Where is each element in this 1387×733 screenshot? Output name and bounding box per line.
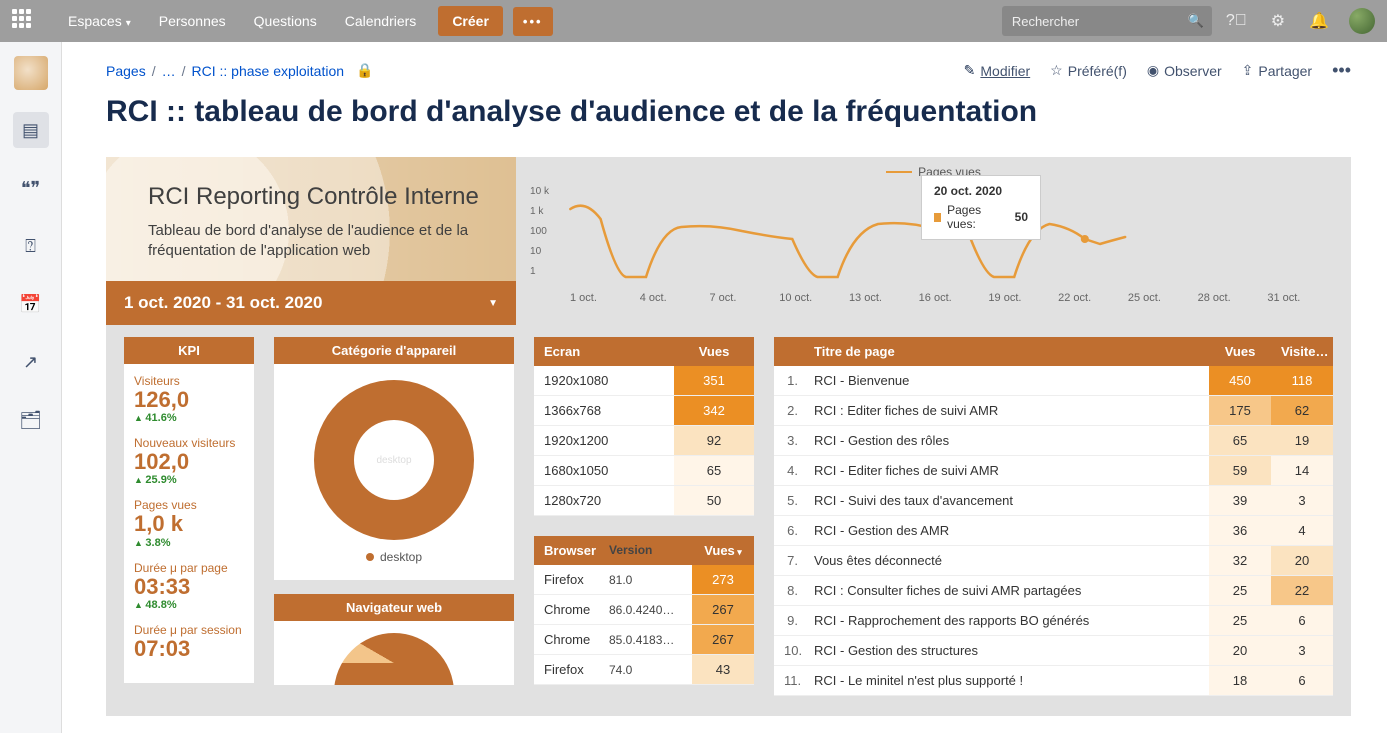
table-row[interactable]: Firefox81.0273 bbox=[534, 565, 754, 595]
kpi-card: KPI Visiteurs126,041.6% Nouveaux visiteur… bbox=[124, 337, 254, 683]
kpi-item: Visiteurs126,041.6% bbox=[134, 374, 244, 424]
table-row[interactable]: 5.RCI - Suivi des taux d'avancement393 bbox=[774, 486, 1333, 516]
nav-personnes[interactable]: Personnes bbox=[147, 5, 238, 37]
svg-text:1: 1 bbox=[530, 266, 536, 277]
bc-pages[interactable]: Pages bbox=[106, 63, 146, 79]
avatar[interactable] bbox=[1349, 8, 1375, 34]
search-input[interactable] bbox=[1012, 14, 1188, 29]
calendar-icon[interactable]: 📅 bbox=[13, 286, 49, 322]
table-row[interactable]: Chrome85.0.4183…267 bbox=[534, 625, 754, 655]
dash-subtitle: Tableau de bord d'analyse de l'audience … bbox=[148, 221, 486, 262]
table-row[interactable]: Firefox74.043 bbox=[534, 655, 754, 685]
svg-text:100: 100 bbox=[530, 226, 547, 237]
table-row[interactable]: 6.RCI - Gestion des AMR364 bbox=[774, 516, 1333, 546]
browser-pie bbox=[334, 633, 454, 685]
table-row[interactable]: 2.RCI : Editer fiches de suivi AMR17562 bbox=[774, 396, 1333, 426]
table-row[interactable]: 9.RCI - Rapprochement des rapports BO gé… bbox=[774, 606, 1333, 636]
nav-calendriers[interactable]: Calendriers bbox=[333, 5, 429, 37]
shortcuts-icon[interactable]: ↗ bbox=[13, 344, 49, 380]
table-row[interactable]: 3.RCI - Gestion des rôles6519 bbox=[774, 426, 1333, 456]
left-rail: ▤ ❝❞ ⍰ 📅 ↗ 🗂 bbox=[0, 42, 62, 733]
search-icon[interactable]: 🔍 bbox=[1188, 13, 1204, 29]
table-row[interactable]: 1680x105065 bbox=[534, 456, 754, 486]
device-legend: desktop bbox=[290, 550, 498, 564]
table-row[interactable]: 1920x1080351 bbox=[534, 366, 754, 396]
trend-chart: Pages vues 20 oct. 2020 Pages vues: 50 1… bbox=[516, 157, 1351, 317]
help-icon[interactable]: ?⃝ bbox=[1216, 12, 1257, 30]
nav-questions[interactable]: Questions bbox=[242, 5, 329, 37]
table-row[interactable]: 7.Vous êtes déconnecté3220 bbox=[774, 546, 1333, 576]
table-row[interactable]: Chrome86.0.4240…267 bbox=[534, 595, 754, 625]
page-more-icon[interactable]: ••• bbox=[1332, 60, 1351, 81]
page-actions: ✎Modifier ☆Préféré(f) ◉Observer ⇪Partage… bbox=[964, 60, 1351, 81]
apps-menu-icon[interactable] bbox=[12, 9, 36, 33]
svg-text:1 k: 1 k bbox=[530, 206, 544, 217]
top-nav: Espaces▾ Personnes Questions Calendriers… bbox=[0, 0, 1387, 42]
table-row[interactable]: 1366x768342 bbox=[534, 396, 754, 426]
watch-action[interactable]: ◉Observer bbox=[1147, 62, 1222, 79]
dashboard-header: RCI Reporting Contrôle Interne Tableau d… bbox=[106, 157, 516, 281]
table-row[interactable]: 4.RCI - Editer fiches de suivi AMR5914 bbox=[774, 456, 1333, 486]
table-row[interactable]: 1280x72050 bbox=[534, 486, 754, 516]
kpi-item: Durée μ par page03:3348.8% bbox=[134, 561, 244, 611]
pencil-icon: ✎ bbox=[964, 62, 976, 79]
dash-title: RCI Reporting Contrôle Interne bbox=[148, 183, 486, 211]
svg-text:10: 10 bbox=[530, 246, 542, 257]
create-button[interactable]: Créer bbox=[438, 6, 503, 36]
screen-table: EcranVues 1920x10803511366x7683421920x12… bbox=[534, 337, 754, 516]
svg-text:10 k: 10 k bbox=[530, 186, 550, 197]
tree-icon[interactable]: 🗂 bbox=[13, 402, 49, 438]
gear-icon[interactable]: ⚙ bbox=[1261, 11, 1295, 31]
date-range-selector[interactable]: 1 oct. 2020 - 31 oct. 2020▼ bbox=[106, 281, 516, 325]
chevron-down-icon: ▼ bbox=[488, 298, 498, 309]
table-row[interactable]: 1920x120092 bbox=[534, 426, 754, 456]
browser-card: Navigateur web bbox=[274, 594, 514, 685]
restricted-icon[interactable]: 🔒 bbox=[356, 62, 373, 79]
kpi-header: KPI bbox=[124, 337, 254, 364]
search-box[interactable]: 🔍 bbox=[1002, 6, 1212, 36]
kpi-item: Pages vues1,0 k3.8% bbox=[134, 498, 244, 548]
table-row[interactable]: 11.RCI - Le minitel n'est plus supporté … bbox=[774, 666, 1333, 696]
chart-x-axis: 1 oct.4 oct.7 oct.10 oct.13 oct.16 oct.1… bbox=[530, 292, 1337, 304]
pages-icon[interactable]: ▤ bbox=[13, 112, 49, 148]
device-donut: desktop bbox=[314, 380, 474, 540]
pages-table: Titre de pageVuesVisite… 1.RCI - Bienven… bbox=[774, 337, 1333, 696]
more-button[interactable]: ••• bbox=[513, 7, 553, 36]
bc-ellipsis[interactable]: … bbox=[162, 63, 176, 79]
share-icon: ⇪ bbox=[1242, 62, 1254, 79]
notifications-icon[interactable]: 🔔 bbox=[1299, 11, 1339, 31]
kpi-item: Durée μ par session07:03 bbox=[134, 623, 244, 661]
page-content: Pages / … / RCI :: phase exploitation 🔒 … bbox=[62, 42, 1387, 716]
breadcrumb: Pages / … / RCI :: phase exploitation 🔒 bbox=[106, 62, 373, 79]
table-row[interactable]: 8.RCI : Consulter fiches de suivi AMR pa… bbox=[774, 576, 1333, 606]
device-card: Catégorie d'appareil desktop desktop bbox=[274, 337, 514, 580]
eye-icon: ◉ bbox=[1147, 62, 1159, 79]
navweb-header: Navigateur web bbox=[274, 594, 514, 621]
table-row[interactable]: 10.RCI - Gestion des structures203 bbox=[774, 636, 1333, 666]
space-avatar[interactable] bbox=[14, 56, 48, 90]
breadcrumb-row: Pages / … / RCI :: phase exploitation 🔒 … bbox=[106, 60, 1351, 81]
bc-current[interactable]: RCI :: phase exploitation bbox=[191, 63, 344, 79]
share-action[interactable]: ⇪Partager bbox=[1242, 62, 1312, 79]
blogposts-icon[interactable]: ❝❞ bbox=[13, 170, 49, 206]
edit-action[interactable]: ✎Modifier bbox=[964, 62, 1031, 79]
questions-icon[interactable]: ⍰ bbox=[13, 228, 49, 264]
kpi-item: Nouveaux visiteurs102,025.9% bbox=[134, 436, 244, 486]
nav-espaces[interactable]: Espaces▾ bbox=[56, 5, 143, 37]
dashboard: RCI Reporting Contrôle Interne Tableau d… bbox=[106, 157, 1351, 716]
chart-tooltip: 20 oct. 2020 Pages vues: 50 bbox=[921, 175, 1041, 240]
star-icon: ☆ bbox=[1050, 62, 1063, 79]
browser-table: BrowserVersionVues Firefox81.0273Chrome8… bbox=[534, 536, 754, 685]
table-row[interactable]: 1.RCI - Bienvenue450118 bbox=[774, 366, 1333, 396]
favorite-action[interactable]: ☆Préféré(f) bbox=[1050, 62, 1127, 79]
device-header: Catégorie d'appareil bbox=[274, 337, 514, 364]
page-title: RCI :: tableau de bord d'analyse d'audie… bbox=[106, 95, 1351, 129]
